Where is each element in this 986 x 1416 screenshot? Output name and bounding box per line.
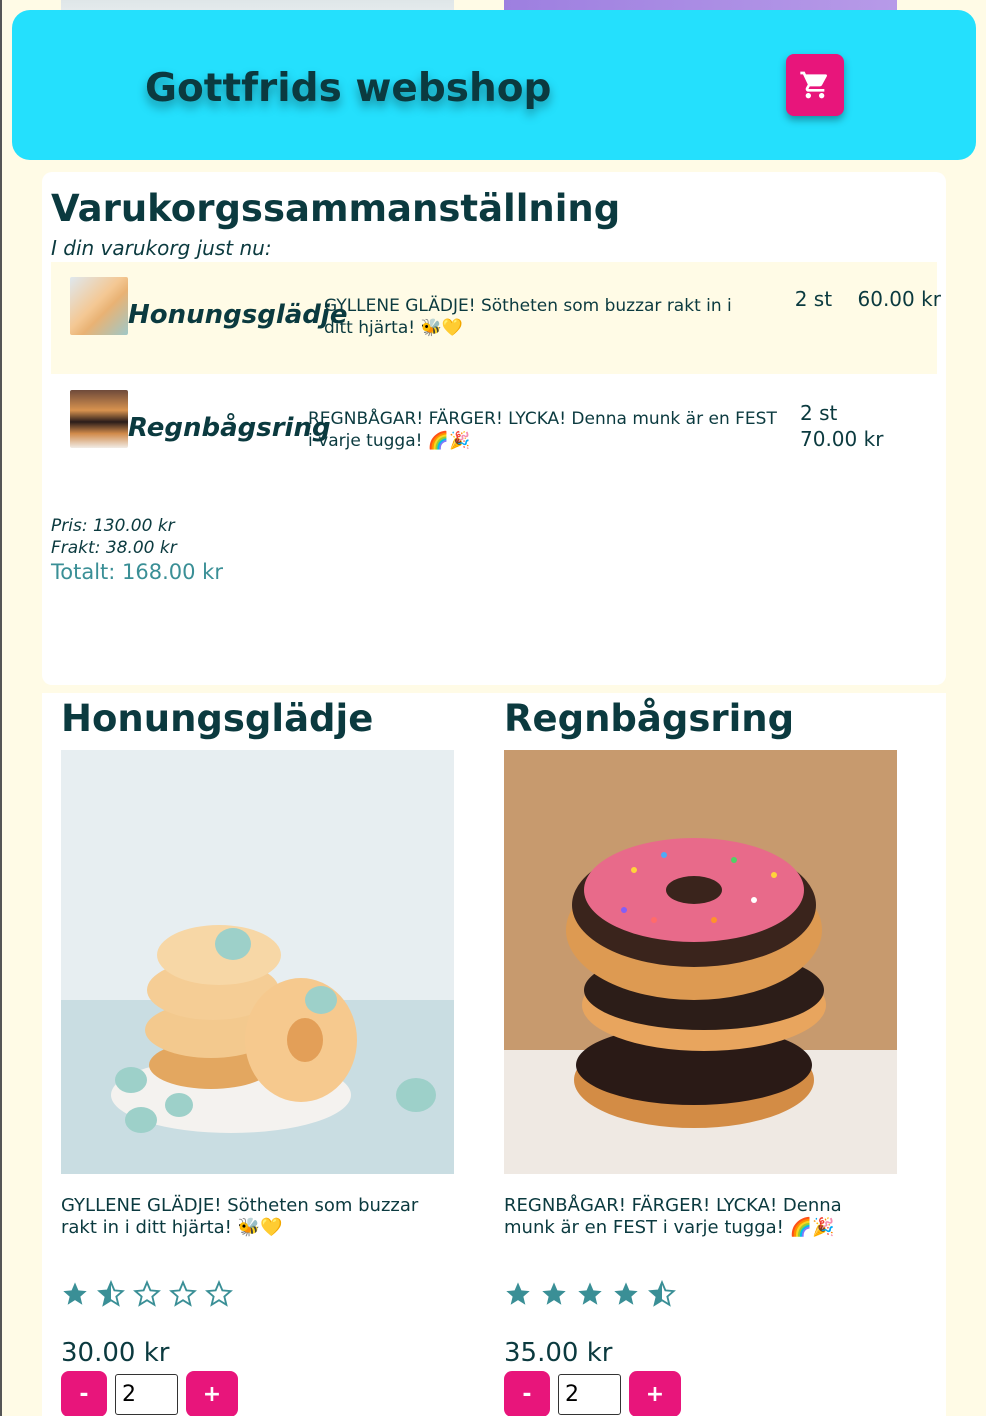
star-full-icon bbox=[63, 1282, 87, 1305]
decrease-button[interactable]: - bbox=[504, 1371, 550, 1416]
rating-stars bbox=[61, 1280, 233, 1308]
increase-button[interactable]: + bbox=[629, 1371, 681, 1416]
cart-summary: Varukorgssammanställning I din varukorg … bbox=[42, 172, 946, 685]
increase-button[interactable]: + bbox=[186, 1371, 238, 1416]
shipping-line: Frakt: 38.00 kr bbox=[51, 538, 177, 558]
star-half-icon bbox=[97, 1280, 125, 1307]
cart-item: Regnbågsring REGNBÅGAR! FÄRGER! LYCKA! D… bbox=[51, 375, 937, 487]
window-edge bbox=[0, 0, 2, 1416]
total-line: Totalt: 168.00 kr bbox=[51, 560, 223, 584]
rating-stars bbox=[504, 1280, 676, 1308]
cart-item-quantity-price: 2 st 70.00 kr bbox=[800, 400, 950, 452]
product-title: Honungsglädje bbox=[61, 697, 374, 740]
cart-item-thumbnail bbox=[70, 277, 128, 335]
summary-subtitle: I din varukorg just nu: bbox=[51, 236, 272, 260]
cart-icon bbox=[800, 71, 828, 99]
quantity-input[interactable] bbox=[115, 1373, 178, 1415]
decrease-button[interactable]: - bbox=[61, 1371, 107, 1416]
cart-item: Honungsglädje GYLLENE GLÄDJE! Sötheten s… bbox=[51, 262, 941, 374]
product-description: GYLLENE GLÄDJE! Sötheten som buzzar rakt… bbox=[61, 1195, 419, 1238]
product-price: 35.00 kr bbox=[504, 1338, 613, 1368]
star-full-icon bbox=[578, 1282, 602, 1305]
cart-item-description: GYLLENE GLÄDJE! Sötheten som buzzar rakt… bbox=[324, 296, 732, 338]
product-image bbox=[61, 750, 454, 1174]
cart-totals: Pris: 130.00 kr Frakt: 38.00 kr Totalt: … bbox=[51, 515, 223, 585]
donut-image bbox=[504, 750, 897, 1174]
quantity-input[interactable] bbox=[558, 1373, 621, 1415]
cart-item-description: REGNBÅGAR! FÄRGER! LYCKA! Denna munk är … bbox=[308, 409, 777, 451]
product-price: 30.00 kr bbox=[61, 1338, 170, 1368]
star-full-icon bbox=[506, 1282, 530, 1305]
cart-item-name: Honungsglädje bbox=[128, 300, 348, 330]
donut-image bbox=[61, 750, 454, 1174]
quantity-stepper: - + bbox=[61, 1371, 238, 1416]
product-description: REGNBÅGAR! FÄRGER! LYCKA! Denna munk är … bbox=[504, 1195, 842, 1238]
star-empty-icon bbox=[205, 1280, 233, 1307]
cart-item-price: 70.00 kr bbox=[800, 427, 884, 451]
cart-item-quantity: 2 st bbox=[800, 401, 838, 425]
product-title: Regnbågsring bbox=[504, 697, 795, 740]
cart-item-price: 60.00 kr bbox=[857, 287, 941, 311]
summary-title: Varukorgssammanställning bbox=[51, 187, 621, 230]
product-image bbox=[504, 750, 897, 1174]
cart-item-name: Regnbågsring bbox=[128, 413, 331, 443]
star-full-icon bbox=[542, 1282, 566, 1305]
site-header: Gottfrids webshop bbox=[12, 10, 976, 160]
star-half-icon bbox=[648, 1280, 676, 1307]
star-full-icon bbox=[614, 1282, 638, 1305]
cart-item-thumbnail bbox=[70, 390, 128, 448]
quantity-stepper: - + bbox=[504, 1371, 681, 1416]
star-empty-icon bbox=[133, 1280, 161, 1307]
cart-button[interactable] bbox=[786, 54, 844, 116]
subtotal-line: Pris: 130.00 kr bbox=[51, 516, 175, 536]
cart-item-quantity-price: 2 st 60.00 kr bbox=[782, 286, 952, 312]
star-empty-icon bbox=[169, 1280, 197, 1307]
site-title: Gottfrids webshop bbox=[145, 66, 552, 111]
cart-item-quantity: 2 st bbox=[794, 287, 833, 311]
product-list: Honungsglädje GYLLENE GLÄDJE! Sötheten s… bbox=[42, 693, 946, 1416]
